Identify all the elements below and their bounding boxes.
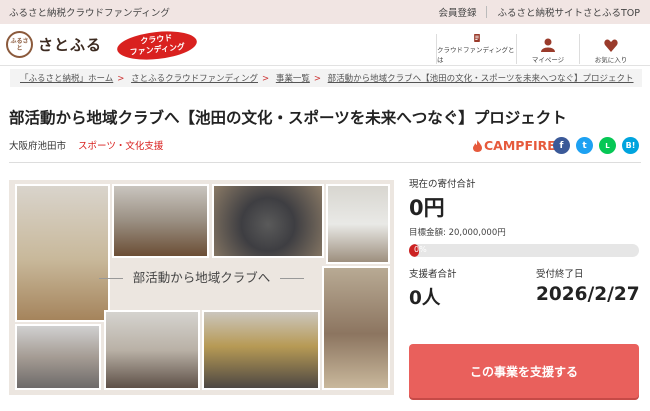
nav-favorites[interactable]: お気に入り	[579, 34, 642, 64]
photo-karate	[326, 184, 390, 264]
photo-kendo	[112, 184, 209, 258]
heart-icon	[604, 39, 618, 52]
top-bar: ふるさと納税クラウドファンディング 会員登録 ふるさと納税サイトさとふるTOP	[0, 0, 650, 24]
hero-caption: 部活動から地域クラブへ	[99, 266, 304, 290]
progress-bar: 0%	[409, 244, 639, 257]
project-hero-image: 部活動から地域クラブへ	[9, 180, 394, 395]
funding-stats: 現在の寄付合計 0円 目標金額: 20,000,000円 0% 支援者合計 0人…	[409, 176, 641, 309]
breadcrumb-projects[interactable]: 事業一覧	[276, 74, 310, 84]
breadcrumb-current[interactable]: 部活動から地域クラブへ【池田の文化・スポーツを未来へつなぐ】プロジェクト	[328, 74, 634, 84]
breadcrumb-separator: >	[117, 74, 125, 84]
crowdfunding-badge[interactable]: クラウド ファンディング	[115, 27, 199, 64]
deadline-block: 受付終了日 2026/2/27	[536, 266, 640, 305]
breadcrumb-crowdfunding[interactable]: さとふるクラウドファンディング	[131, 74, 258, 84]
photo-gym	[322, 266, 390, 390]
current-amount: 0円	[409, 196, 445, 220]
logo-mark: ふるさと	[6, 31, 33, 58]
campfire-logo[interactable]: CAMPFIRE	[473, 138, 556, 153]
nav-label: お気に入り	[594, 56, 628, 64]
support-project-button[interactable]: この事業を支援する	[409, 344, 639, 398]
divider	[9, 162, 641, 163]
site-tagline: ふるさと納税クラウドファンディング	[9, 8, 170, 19]
photo-dance	[15, 324, 101, 390]
header-nav: クラウドファンディングとは マイページ お気に入り	[436, 34, 642, 64]
info-icon	[473, 34, 480, 42]
photo-basketball	[15, 184, 110, 322]
project-city: 大阪府池田市	[9, 141, 67, 152]
breadcrumb-home[interactable]: 「ふるさと納税」ホーム	[20, 74, 113, 84]
register-link[interactable]: 会員登録	[438, 5, 476, 19]
progress-percent: 0%	[414, 245, 427, 254]
supporter-deadline-row: 支援者合計 0人 受付終了日 2026/2/27	[409, 266, 641, 310]
deadline-label: 受付終了日	[536, 269, 584, 280]
person-icon	[541, 38, 555, 52]
top-links: 会員登録 ふるさと納税サイトさとふるTOP	[438, 5, 640, 19]
nav-label: マイページ	[531, 56, 565, 64]
project-category[interactable]: スポーツ・文化支援	[78, 138, 163, 152]
breadcrumb-separator: >	[262, 74, 270, 84]
satofull-logo[interactable]: ふるさと さとふる	[6, 31, 102, 58]
project-meta: 大阪府池田市 スポーツ・文化支援	[9, 138, 163, 152]
breadcrumb-separator: >	[313, 74, 321, 84]
nav-about-crowdfunding[interactable]: クラウドファンディングとは	[436, 34, 516, 64]
photo-drums	[104, 310, 200, 390]
deadline-date: 2026/2/27	[536, 284, 640, 305]
logo-text: さとふる	[38, 36, 103, 54]
link-divider	[486, 6, 488, 18]
nav-label: クラウドファンディングとは	[437, 46, 515, 64]
satofull-top-link[interactable]: ふるさと納税サイトさとふるTOP	[497, 5, 640, 19]
hatena-share-icon[interactable]: B!	[622, 137, 639, 154]
site-header: ふるさと さとふる クラウド ファンディング クラウドファンディングとは マイペ…	[0, 24, 650, 66]
nav-mypage[interactable]: マイページ	[516, 34, 579, 64]
photo-brass-band	[202, 310, 320, 390]
share-buttons: f t L B!	[553, 137, 639, 154]
breadcrumb: 「ふるさと納税」ホーム > さとふるクラウドファンディング > 事業一覧 > 部活動か…	[10, 69, 642, 87]
flame-icon	[473, 139, 482, 152]
photo-circle-group	[212, 184, 324, 258]
facebook-share-icon[interactable]: f	[553, 137, 570, 154]
goal-amount: 目標金額: 20,000,000円	[409, 228, 506, 238]
line-share-icon[interactable]: L	[599, 137, 616, 154]
twitter-share-icon[interactable]: t	[576, 137, 593, 154]
page-title: 部活動から地域クラブへ【池田の文化・スポーツを未来へつなぐ】プロジェクト	[9, 109, 567, 127]
platform-name: CAMPFIRE	[484, 138, 556, 153]
current-amount-label: 現在の寄付合計	[409, 179, 476, 190]
